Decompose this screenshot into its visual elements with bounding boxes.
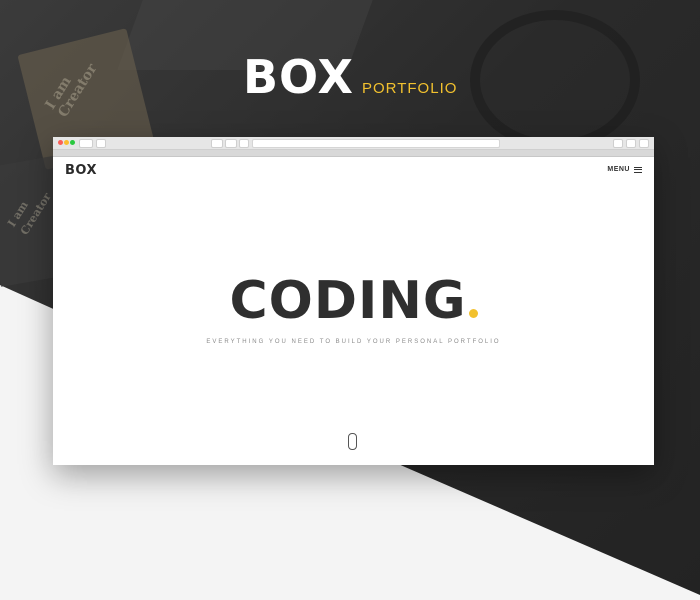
hero-subtitle: EVERYTHING YOU NEED TO BUILD YOUR PERSON… xyxy=(206,339,501,345)
share-icon-button[interactable] xyxy=(211,139,223,148)
menu-label: MENU xyxy=(607,166,630,173)
download-button[interactable] xyxy=(639,139,649,148)
site-header: BOX MENU xyxy=(53,157,654,185)
browser-window: BOX MENU CODING EVERYTHING YOU NEED TO B… xyxy=(53,137,654,465)
close-window-button[interactable] xyxy=(58,140,63,145)
minimize-window-button[interactable] xyxy=(64,140,69,145)
scroll-mouse-icon[interactable] xyxy=(348,433,357,450)
hero-title: CODING xyxy=(53,275,654,327)
tab-bar xyxy=(53,150,654,157)
maximize-window-button[interactable] xyxy=(70,140,75,145)
extension-icon-button[interactable] xyxy=(239,139,249,148)
hero-title-text: CODING xyxy=(229,271,467,331)
address-bar[interactable] xyxy=(252,139,500,148)
accent-dot xyxy=(468,309,478,318)
site-logo[interactable]: BOX xyxy=(65,163,97,178)
share-button[interactable] xyxy=(613,139,623,148)
back-forward-buttons[interactable] xyxy=(79,139,93,148)
sidebar-toggle-button[interactable] xyxy=(96,139,106,148)
browser-toolbar xyxy=(53,137,654,150)
background-camera-object xyxy=(470,10,640,150)
menu-button[interactable]: MENU xyxy=(607,166,642,173)
tabs-button[interactable] xyxy=(626,139,636,148)
hero-logo-tag: PORTFOLIO xyxy=(362,80,458,97)
hamburger-icon xyxy=(634,166,642,173)
reader-icon-button[interactable] xyxy=(225,139,237,148)
hero-logo-word: BOX xyxy=(243,50,354,104)
hero-logo: BOX PORTFOLIO xyxy=(243,54,457,100)
